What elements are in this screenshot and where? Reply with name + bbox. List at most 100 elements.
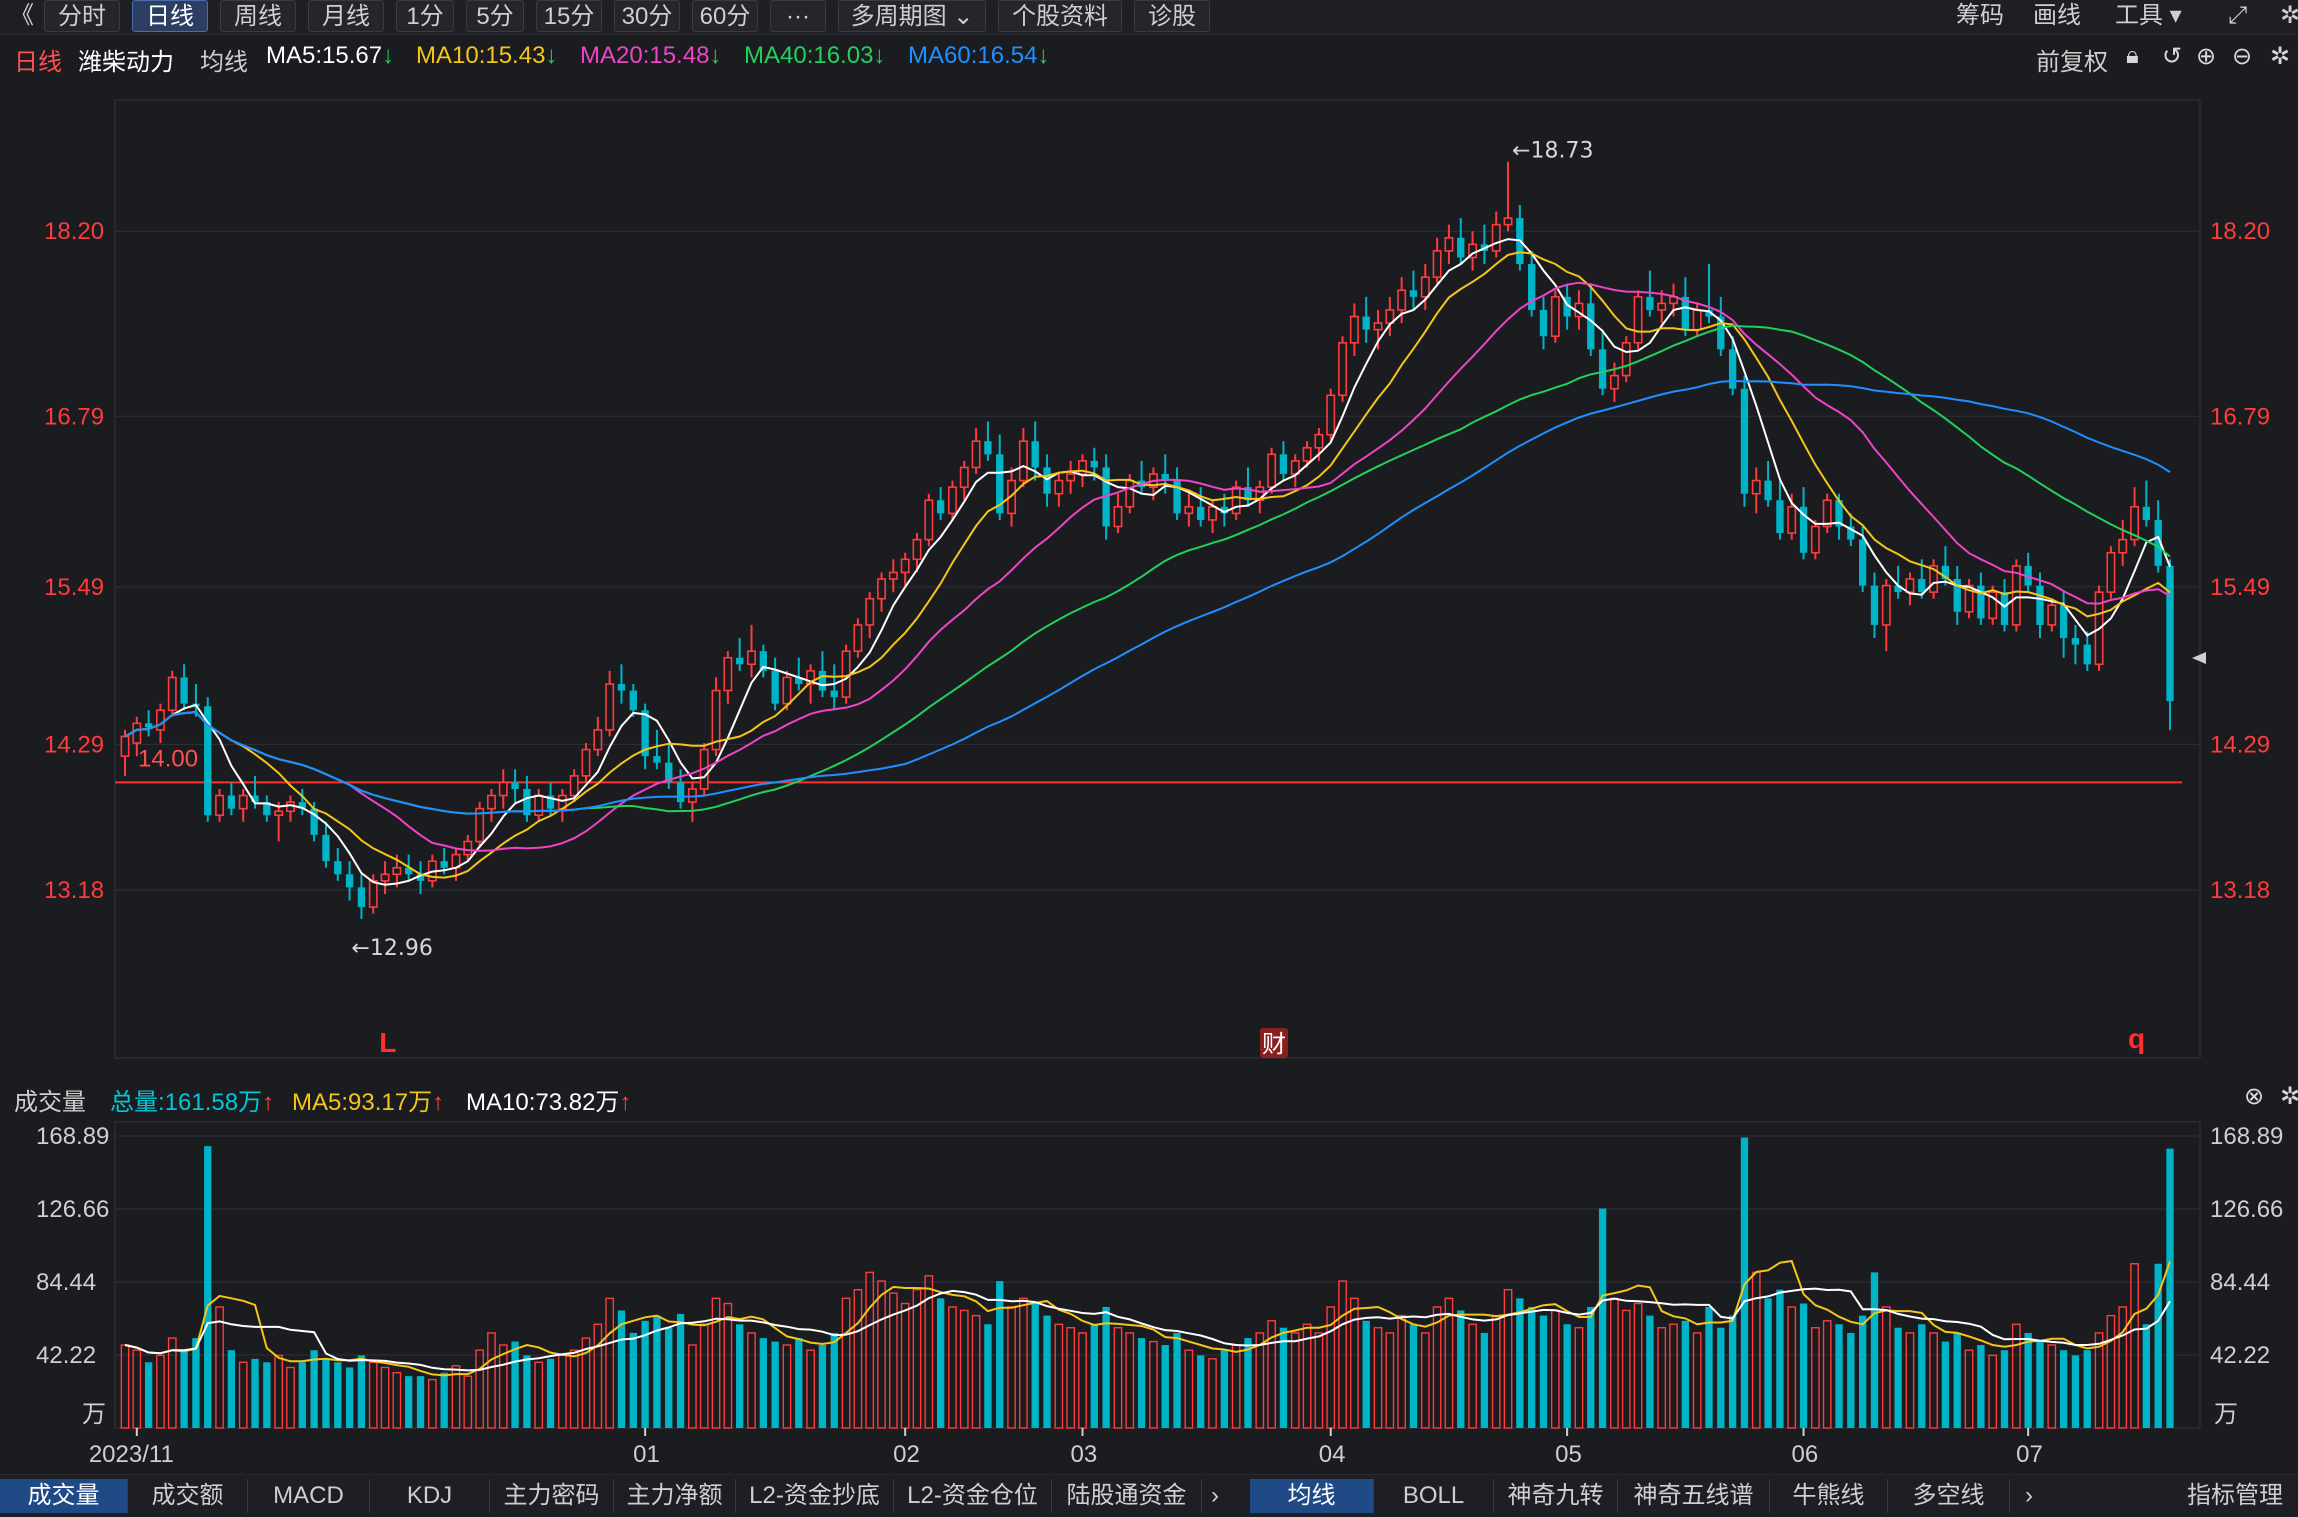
candle-body-down	[1031, 441, 1039, 468]
x-axis-label: 05	[1555, 1441, 1582, 1468]
price-tick-right: 16.79	[2210, 403, 2270, 430]
candle-body-down	[322, 834, 330, 862]
volume-bar-up	[1007, 1306, 1016, 1429]
price-tick-left: 16.79	[44, 403, 104, 430]
candle-body-up	[498, 781, 508, 797]
kline-chart[interactable]: 18.20 18.20 16.79 16.79 15.49 15.49 14.29 14.29…	[0, 0, 2298, 1474]
volume-bar-down	[1776, 1289, 1784, 1428]
volume-bar-down	[334, 1362, 342, 1428]
volume-bar-down	[1516, 1298, 1524, 1428]
candle-body-up	[1550, 296, 1560, 338]
overlay-tab-2[interactable]: 神奇九转	[1494, 1479, 1618, 1513]
volume-bar-down	[546, 1358, 555, 1428]
candle-body-down	[334, 861, 342, 875]
candle-body-up	[368, 880, 378, 908]
candle-body-up	[581, 748, 591, 777]
volume-bar-up	[463, 1375, 473, 1429]
price-tick-left: 13.18	[44, 877, 104, 904]
candle-body-up	[924, 499, 934, 541]
price-tick-left: 18.20	[44, 218, 104, 245]
overlay-tab-4[interactable]: 牛熊线	[1770, 1479, 1888, 1513]
volume-bar-up	[1905, 1332, 1915, 1429]
volume-bar-up	[1621, 1309, 1631, 1429]
candle-body-up	[1822, 499, 1832, 528]
overlay-tab-3[interactable]: 神奇五线谱	[1618, 1479, 1770, 1513]
indicator-tab-7[interactable]: L2-资金仓位	[894, 1479, 1052, 1513]
volume-bar-down	[440, 1372, 448, 1428]
volume-bar-down	[736, 1324, 744, 1428]
volume-bar-up	[841, 1297, 851, 1429]
candle-body-up	[155, 709, 165, 731]
candle-body-down	[1918, 579, 1926, 593]
volume-bar-down	[1539, 1315, 1548, 1428]
volume-bar-down	[144, 1362, 153, 1428]
volume-tick-left: 84.44	[36, 1269, 96, 1296]
volume-bar-up	[558, 1354, 567, 1429]
candle-body-up	[1609, 374, 1619, 390]
volume-bar-up	[1822, 1320, 1832, 1429]
volume-bar-down	[1137, 1338, 1146, 1428]
indicator-manage-button[interactable]: 指标管理	[2172, 1479, 2298, 1513]
indicator-tab-2[interactable]: MACD	[248, 1479, 370, 1513]
overlay-tab-0[interactable]: 均线	[1250, 1479, 1374, 1513]
volume-bar-down	[1480, 1332, 1489, 1428]
candle-body-down	[984, 441, 992, 455]
volume-tick-right: 168.89	[2210, 1123, 2283, 1150]
candle-body-up	[463, 840, 473, 856]
volume-bar-down	[1457, 1310, 1465, 1428]
indicator-tab-1[interactable]: 成交额	[128, 1479, 248, 1513]
volume-bar-up	[1066, 1327, 1076, 1429]
volume-bar-up	[156, 1354, 165, 1429]
volume-bar-up	[865, 1271, 875, 1429]
indicator-tab-6[interactable]: L2-资金抄底	[736, 1479, 894, 1513]
volume-bar-up	[392, 1371, 402, 1429]
volume-bar-down	[629, 1332, 637, 1428]
candle-body-up	[1905, 578, 1915, 593]
candle-body-up	[900, 558, 910, 574]
overlay-tab-5[interactable]: 多空线	[1888, 1479, 2010, 1513]
candle-body-down	[1858, 539, 1867, 586]
volume-bar-down	[1362, 1320, 1370, 1428]
scroll-right-icon-2[interactable]: ›	[2014, 1479, 2044, 1513]
volume-bar-up	[286, 1366, 295, 1429]
indicator-tab-5[interactable]: 主力净额	[614, 1479, 736, 1513]
candle-body-down	[1646, 296, 1654, 310]
volume-bar-up	[1054, 1323, 1064, 1429]
candle-body-up	[486, 794, 496, 810]
candle-body-up	[132, 722, 142, 744]
volume-bar-down	[665, 1327, 673, 1428]
volume-bar-up	[1550, 1309, 1560, 1429]
overlay-tab-1[interactable]: BOLL	[1374, 1479, 1494, 1513]
indicator-tab-0[interactable]: 成交量	[0, 1479, 128, 1513]
volume-unit-left: 万	[82, 1400, 106, 1428]
candle-body-down	[1197, 506, 1205, 520]
candle-body-down	[2036, 585, 2044, 625]
volume-bar-down	[1918, 1324, 1926, 1428]
candle-body-down	[1587, 303, 1595, 350]
indicator-tab-3[interactable]: KDJ	[370, 1479, 490, 1513]
x-axis-label: 03	[1070, 1441, 1097, 1468]
volume-bar-down	[830, 1332, 838, 1428]
volume-bar-up	[900, 1302, 910, 1429]
volume-tick-left: 168.89	[36, 1123, 109, 1150]
candle-body-up	[1302, 446, 1312, 462]
volume-bar-down	[2000, 1350, 2009, 1428]
scroll-right-icon[interactable]: ›	[1200, 1479, 1230, 1513]
x-axis-label: 02	[893, 1441, 920, 1468]
candle-body-down	[180, 677, 188, 704]
volume-bar-down	[1409, 1324, 1418, 1428]
volume-bar-up	[1881, 1306, 1891, 1429]
volume-bar-down	[1977, 1345, 1985, 1428]
candle-body-up	[782, 676, 792, 705]
volume-bar-up	[498, 1344, 508, 1429]
candle-body-up	[1018, 440, 1028, 482]
volume-bar-up	[688, 1344, 697, 1429]
volume-bar-up	[723, 1302, 733, 1429]
volume-bar-up	[782, 1344, 792, 1429]
indicator-tab-8[interactable]: 陆股通资金	[1052, 1479, 1202, 1513]
indicator-tab-4[interactable]: 主力密码	[490, 1479, 614, 1513]
volume-bar-up	[1255, 1332, 1265, 1429]
volume-bar-down	[2036, 1341, 2044, 1428]
volume-bar-up	[1397, 1314, 1407, 1429]
candle-body-down	[1090, 460, 1098, 468]
